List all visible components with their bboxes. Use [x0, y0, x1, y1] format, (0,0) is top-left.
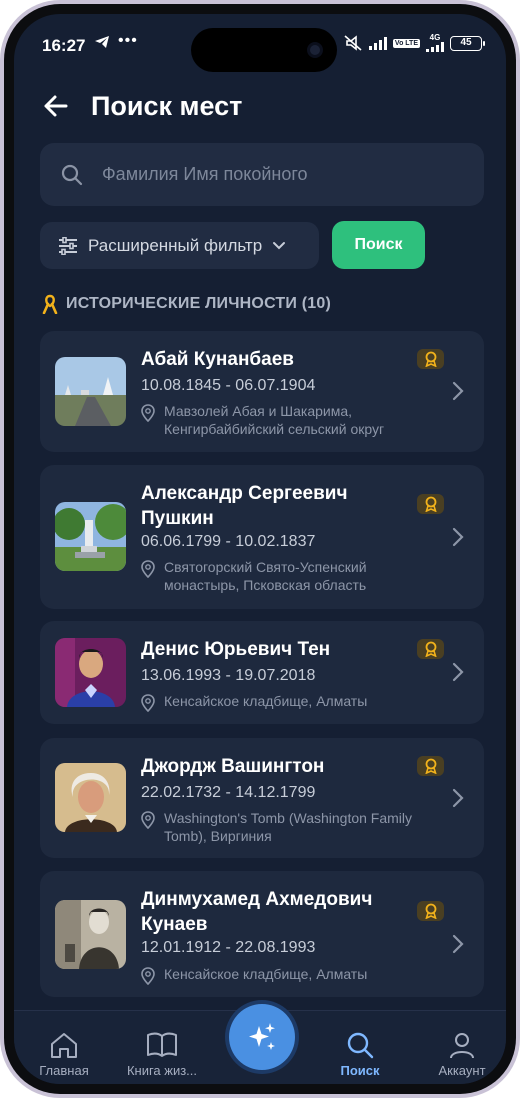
- map-pin-icon: [141, 967, 155, 985]
- advanced-filter-label: Расширенный фильтр: [88, 235, 263, 255]
- person-card[interactable]: Джордж Вашингтон 22.02.1732 - 14.12.1799…: [40, 738, 484, 858]
- chevron-right-icon: [452, 788, 464, 808]
- back-button[interactable]: [38, 86, 78, 126]
- chevron-right-icon: [452, 381, 464, 401]
- book-icon: [147, 1032, 177, 1057]
- battery-indicator: 45: [450, 35, 485, 51]
- person-photo: [55, 638, 126, 707]
- person-name: Абай Кунанбаев: [141, 349, 294, 370]
- section-header: ИСТОРИЧЕСКИЕ ЛИЧНОСТИ (10): [42, 294, 331, 314]
- person-photo: [55, 900, 126, 969]
- location-text: Кенсайское кладбище, Алматы: [164, 966, 368, 982]
- medal-icon: [417, 349, 444, 369]
- map-pin-icon: [141, 404, 155, 422]
- nav-account[interactable]: Аккаунт: [414, 1011, 506, 1084]
- map-pin-icon: [141, 694, 155, 712]
- person-name: Джордж Вашингтон: [141, 756, 325, 777]
- person-card[interactable]: Александр Сергеевич Пушкин 06.06.1799 - …: [40, 465, 484, 609]
- medal-icon: [417, 756, 444, 776]
- person-name: Динмухамед Ахмедович Кунаев: [141, 889, 373, 935]
- signal-strength-2-icon: [426, 42, 444, 52]
- person-dates: 06.06.1799 - 10.02.1837: [141, 533, 316, 550]
- person-name: Денис Юрьевич Тен: [141, 639, 331, 660]
- home-icon: [51, 1033, 77, 1058]
- nav-book-label: Книга жиз...: [126, 1063, 198, 1078]
- medal-icon: [417, 639, 444, 659]
- nav-book[interactable]: Книга жиз...: [114, 1011, 210, 1084]
- telegram-icon: [94, 35, 110, 53]
- sliders-icon: [59, 236, 77, 255]
- section-title: ИСТОРИЧЕСКИЕ ЛИЧНОСТИ (10): [66, 295, 331, 312]
- person-location: Washington's Tomb (Washington Family Tom…: [141, 809, 441, 845]
- dynamic-island: [191, 28, 337, 72]
- person-name: Александр Сергеевич Пушкин: [141, 483, 348, 529]
- signal-strength-1-icon: [368, 36, 387, 50]
- arrow-left-icon: [44, 95, 68, 117]
- ribbon-icon: [42, 294, 58, 314]
- person-dates: 10.08.1845 - 06.07.1904: [141, 377, 316, 394]
- search-icon: [61, 164, 83, 186]
- advanced-filter-button[interactable]: Расширенный фильтр: [40, 222, 319, 269]
- map-pin-icon: [141, 811, 155, 829]
- volte-badge: Vo LTE: [392, 38, 420, 48]
- nav-home-label: Главная: [39, 1063, 89, 1078]
- person-dates: 13.06.1993 - 19.07.2018: [141, 667, 316, 684]
- person-dates: 22.02.1732 - 14.12.1799: [141, 784, 316, 801]
- status-icons: Vo LTE 4G 45: [343, 34, 485, 52]
- chevron-right-icon: [452, 934, 464, 954]
- search-box[interactable]: [40, 143, 484, 206]
- location-text: Мавзолей Абая и Шакарима, Кенгирбайбийск…: [164, 403, 385, 437]
- search-icon: [347, 1032, 374, 1059]
- network-type: 4G: [429, 33, 441, 42]
- person-location: Мавзолей Абая и Шакарима, Кенгирбайбийск…: [141, 402, 441, 438]
- chevron-right-icon: [452, 527, 464, 547]
- chevron-right-icon: [452, 662, 464, 682]
- person-dates: 12.01.1912 - 22.08.1993: [141, 939, 316, 956]
- person-location: Кенсайское кладбище, Алматы: [141, 692, 441, 712]
- location-text: Washington's Tomb (Washington Family Tom…: [164, 810, 413, 844]
- search-submit-button[interactable]: Поиск: [332, 221, 425, 269]
- mute-icon: [344, 35, 362, 51]
- phone-frame: 16:27 ••• Vo LTE 4G 45 Поиск мест Расшир…: [0, 0, 520, 1098]
- chevron-down-icon: [273, 241, 286, 249]
- map-pin-icon: [141, 560, 155, 578]
- sparkles-icon: [249, 1023, 275, 1050]
- front-camera: [307, 42, 323, 58]
- person-photo: [55, 502, 126, 571]
- app-screen: 16:27 ••• Vo LTE 4G 45 Поиск мест Расшир…: [14, 14, 506, 1084]
- more-notifications-icon: •••: [118, 32, 138, 49]
- nav-search-label: Поиск: [340, 1063, 380, 1078]
- nav-home[interactable]: Главная: [16, 1011, 112, 1084]
- user-icon: [450, 1033, 474, 1059]
- phone-bezel: 16:27 ••• Vo LTE 4G 45 Поиск мест Расшир…: [4, 4, 516, 1094]
- status-bar: 16:27 ••• Vo LTE 4G 45: [14, 14, 506, 74]
- search-input[interactable]: [102, 143, 462, 206]
- location-text: Святогорский Свято-Успенский монастырь, …: [164, 559, 367, 593]
- page-title: Поиск мест: [91, 91, 243, 121]
- medal-icon: [417, 901, 444, 921]
- nav-search[interactable]: Поиск: [312, 1011, 408, 1084]
- nav-account-label: Аккаунт: [438, 1063, 486, 1078]
- person-card[interactable]: Динмухамед Ахмедович Кунаев 12.01.1912 -…: [40, 871, 484, 997]
- person-card[interactable]: Денис Юрьевич Тен 13.06.1993 - 19.07.201…: [40, 621, 484, 724]
- person-card[interactable]: Абай Кунанбаев 10.08.1845 - 06.07.1904 М…: [40, 331, 484, 452]
- location-text: Кенсайское кладбище, Алматы: [164, 693, 368, 709]
- status-time: 16:27: [42, 36, 86, 55]
- person-location: Святогорский Свято-Успенский монастырь, …: [141, 558, 441, 594]
- person-photo: [55, 763, 126, 832]
- medal-icon: [417, 494, 444, 514]
- network-indicator: 4G: [426, 34, 444, 52]
- ai-assistant-button[interactable]: [229, 1004, 295, 1070]
- person-photo: [55, 357, 126, 426]
- person-location: Кенсайское кладбище, Алматы: [141, 965, 441, 985]
